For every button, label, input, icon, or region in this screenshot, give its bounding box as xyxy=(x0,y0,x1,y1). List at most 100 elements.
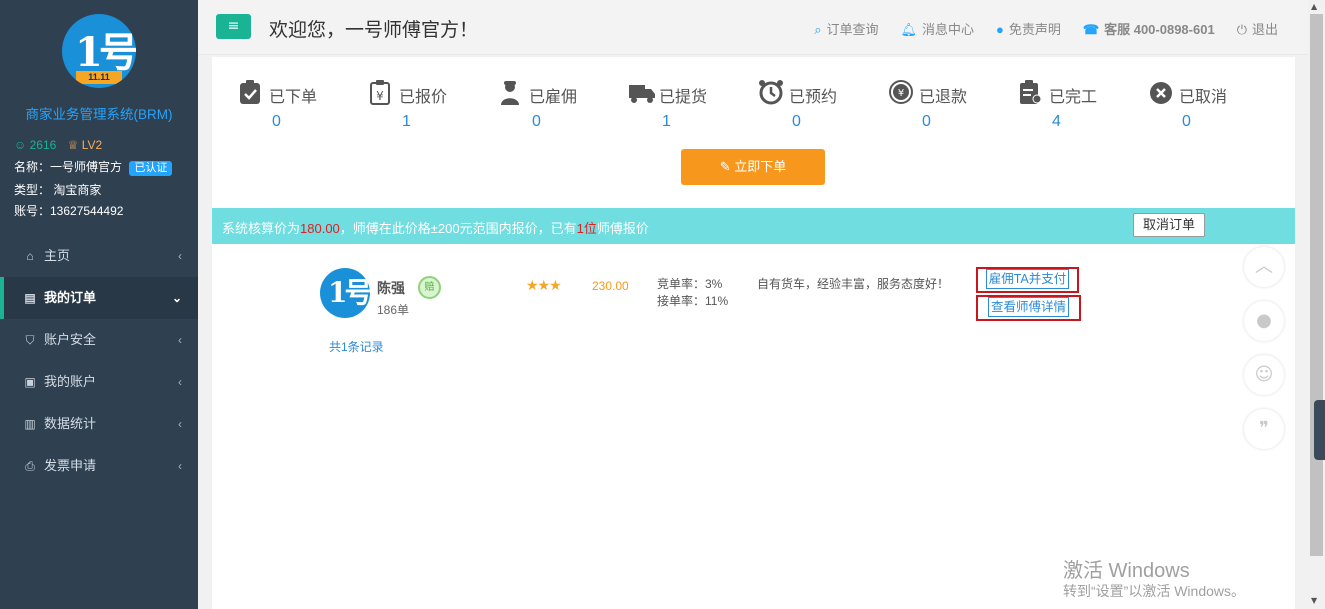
record-total: 共1条记录 xyxy=(329,340,384,354)
merchant-account: 账号：13627544492 xyxy=(14,204,124,218)
shield-icon: ⛉ xyxy=(25,333,35,347)
status-count: 0 xyxy=(532,113,541,130)
status-count: 0 xyxy=(272,113,281,130)
logout-link[interactable]: ⏻ 退出 xyxy=(1237,19,1278,38)
level-icon: ♕ xyxy=(67,138,79,152)
hamburger-icon: ≡ xyxy=(227,18,240,34)
name-line: 名称：一号师傅官方 已认证 xyxy=(14,158,173,176)
logout-label: 退出 xyxy=(1251,22,1278,37)
order-panel: 已下单 0 ¥ 已报价 1 已雇佣 0 已提货 1 已预约 0 ¥ 已退款 0 xyxy=(212,57,1295,609)
logo-ribbon: 11.11 xyxy=(76,71,122,84)
sidebar-item-account-security[interactable]: ⛉ 账户安全 ‹ xyxy=(0,319,198,361)
edit-icon: ✎ xyxy=(719,159,731,174)
bid-rate: 竞单率：3% xyxy=(657,277,723,291)
qq-penguin-icon: ● xyxy=(1256,310,1272,331)
chevron-left-icon: ‹ xyxy=(178,333,182,347)
menu-toggle-button[interactable]: ≡ xyxy=(216,14,251,39)
customer-service-link[interactable]: ☎ 客服 400-0898-601 xyxy=(1083,19,1215,38)
notice-suffix: 师傅报价 xyxy=(596,221,649,236)
status-count: 4 xyxy=(1052,113,1061,130)
chevron-left-icon: ‹ xyxy=(178,249,182,263)
status-label: 已完工 xyxy=(1049,89,1098,106)
sidebar-item-my-orders[interactable]: ▤ 我的订单 ⌄ xyxy=(0,277,198,319)
system-price: 180.00 xyxy=(300,221,340,236)
sidebar-item-invoice[interactable]: ⎙ 发票申请 ‹ xyxy=(0,445,198,487)
bar-chart-icon: ▥ xyxy=(24,417,36,431)
disclaimer-label: 免责声明 xyxy=(1008,22,1061,37)
welcome-message: 欢迎您，一号师傅官方！ xyxy=(269,20,479,41)
headset-icon: ☺ xyxy=(1254,364,1274,385)
chevron-down-icon: ⌄ xyxy=(171,291,182,305)
user-stats: ☺ 2616 ♕ LV2 xyxy=(14,138,102,152)
rating-stars: ★★★ xyxy=(526,278,562,294)
sidebar-item-home[interactable]: ⌂ 主页 ‹ xyxy=(0,235,198,277)
accept-rate: 接单率：11% xyxy=(657,294,729,308)
logo-text: 1号 xyxy=(75,29,136,76)
message-center-link[interactable]: 🔔︎ 消息中心 xyxy=(901,19,975,38)
view-master-detail-label: 查看师傅详情 xyxy=(987,297,1069,317)
hire-and-pay-button[interactable]: 雇佣TA并支付 xyxy=(976,267,1079,293)
customer-service-button[interactable]: ☺ xyxy=(1244,355,1284,395)
notice-text: 系统核算价为180.00，师傅在此价格±200元范围内报价，已有1位师傅报价 xyxy=(222,218,649,237)
wallet-icon: ▣ xyxy=(24,375,36,389)
back-to-top-button[interactable]: ︿ xyxy=(1244,247,1284,287)
status-count: 0 xyxy=(1182,113,1191,130)
qq-contact-button[interactable]: ● xyxy=(1244,301,1284,341)
clipboard-check-icon xyxy=(240,80,260,104)
worker-icon xyxy=(501,81,519,105)
alarm-clock-icon xyxy=(759,80,783,105)
printer-icon: ⎙ xyxy=(25,459,35,473)
sidebar-item-label: 我的账户 xyxy=(44,374,97,389)
status-label: 已退款 xyxy=(919,89,968,106)
status-label: 已取消 xyxy=(1179,89,1228,106)
scrollbar-thumb[interactable] xyxy=(1310,14,1323,556)
disclaimer-link[interactable]: ● 免责声明 xyxy=(996,19,1061,38)
search-icon: ⌕ xyxy=(814,22,822,37)
chevron-left-icon: ‹ xyxy=(178,417,182,431)
orders-icon: ▤ xyxy=(24,291,36,305)
status-label: 已下单 xyxy=(269,89,318,106)
hire-and-pay-label: 雇佣TA并支付 xyxy=(985,269,1070,289)
refund-coin-icon: ¥ xyxy=(889,80,913,104)
level-value: LV2 xyxy=(81,138,103,152)
place-order-button[interactable]: ✎ 立即下单 xyxy=(681,149,825,185)
chevron-left-icon: ‹ xyxy=(178,459,182,473)
home-icon: ⌂ xyxy=(26,249,34,263)
status-label: 已提货 xyxy=(659,89,708,106)
quote-count: 1位 xyxy=(576,221,597,236)
notice-prefix: 系统核算价为 xyxy=(222,221,301,236)
scroll-up-arrow-icon[interactable]: ▲ xyxy=(1311,2,1317,11)
edge-side-widget[interactable] xyxy=(1314,400,1325,460)
svg-text:¥: ¥ xyxy=(376,89,384,103)
chevron-up-icon: ︿ xyxy=(1255,256,1273,277)
order-status-row: 已下单 0 ¥ 已报价 1 已雇佣 0 已提货 1 已预约 0 ¥ 已退款 0 xyxy=(212,77,1295,133)
message-center-label: 消息中心 xyxy=(922,22,975,37)
quote-price: 230.00 xyxy=(592,279,629,293)
status-count: 0 xyxy=(792,113,801,130)
sidebar: 1号 11.11 商家业务管理系统(BRM) ☺ 2616 ♕ LV2 名称：一… xyxy=(0,0,198,609)
sidebar-item-my-account[interactable]: ▣ 我的账户 ‹ xyxy=(0,361,198,403)
done-clipboard-icon xyxy=(1020,80,1042,104)
order-query-link[interactable]: ⌕ 订单查询 xyxy=(814,19,878,38)
cancel-circle-icon xyxy=(1150,82,1172,104)
cancel-order-button[interactable]: 取消订单 xyxy=(1133,213,1205,237)
scroll-down-arrow-icon[interactable]: ▼ xyxy=(1311,596,1317,605)
master-order-count: 186单 xyxy=(377,303,410,317)
status-count: 1 xyxy=(662,113,671,130)
master-name[interactable]: 陈强 xyxy=(377,278,405,298)
sidebar-item-statistics[interactable]: ▥ 数据统计 ‹ xyxy=(0,403,198,445)
master-comment: 自有货车，经验丰富，服务态度好！ xyxy=(757,277,950,291)
view-master-detail-button[interactable]: 查看师傅详情 xyxy=(976,295,1081,321)
verified-badge: 已认证 xyxy=(129,161,173,176)
sidebar-item-label: 主页 xyxy=(44,248,71,263)
order-query-label: 订单查询 xyxy=(826,22,879,37)
chevron-left-icon: ‹ xyxy=(178,375,182,389)
phone-icon: ☎ xyxy=(1082,22,1100,37)
avatar[interactable]: 1号 xyxy=(320,268,370,318)
wechat-icon: ❞ xyxy=(1259,418,1269,439)
status-label: 已预约 xyxy=(789,89,838,106)
merchant-name: 名称：一号师傅官方 xyxy=(14,160,123,174)
yen-clipboard-icon: ¥ xyxy=(370,80,390,105)
wechat-button[interactable]: ❞ xyxy=(1244,409,1284,449)
status-count: 1 xyxy=(402,113,411,130)
